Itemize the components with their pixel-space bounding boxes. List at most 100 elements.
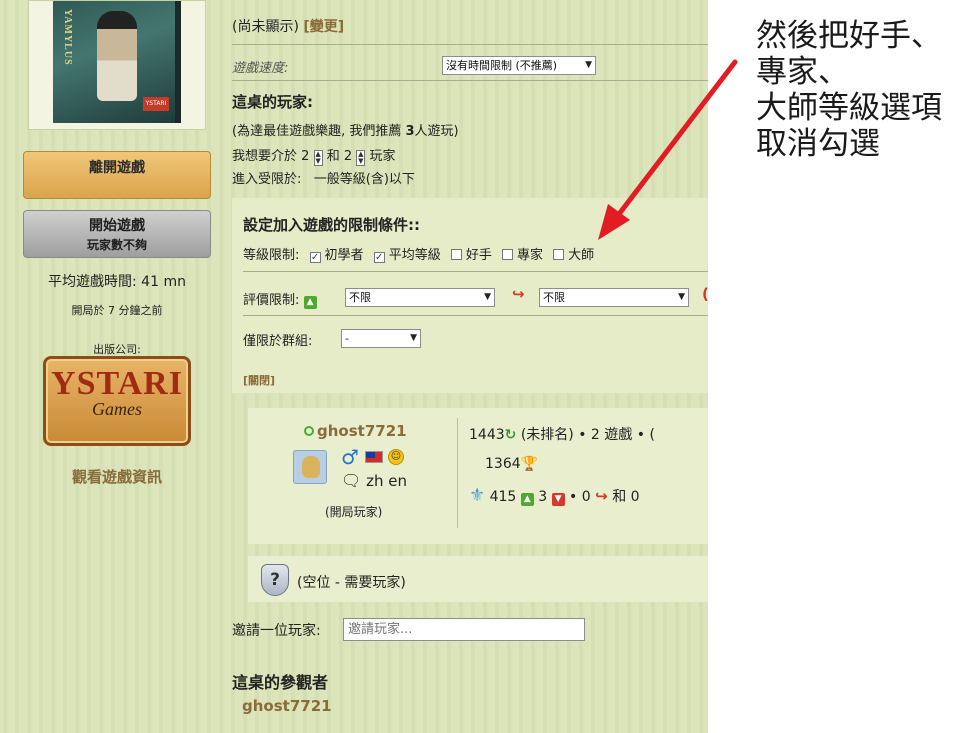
average-game-time: 平均遊戲時間: 41 mn — [48, 274, 186, 290]
level-checkbox-beginner[interactable]: ✓ — [309, 252, 321, 263]
elo-value: 1443 — [469, 427, 505, 443]
close-restrictions-link[interactable]: [關閉] — [243, 372, 275, 388]
chevron-down-icon: ▼ — [484, 292, 491, 302]
change-link[interactable]: [變更] — [303, 19, 344, 35]
partial-icon: ( — [702, 285, 708, 303]
leave-icon: ↪ — [595, 487, 608, 505]
vertical-divider — [457, 418, 458, 528]
invite-player-input[interactable] — [343, 618, 585, 641]
leave-icon: ↪ — [512, 285, 525, 303]
level-checkbox-good[interactable] — [450, 249, 462, 260]
reputation-row: ⚜ 415 ▲ 3 ▼ • 0 ↪ 和 0 — [469, 485, 640, 506]
taiwan-flag-icon — [365, 451, 383, 463]
leave-game-label: 離開遊戲 — [89, 160, 145, 176]
trophy-icon: 🏆 — [520, 456, 539, 472]
group-value: - — [345, 332, 349, 345]
avatar-face — [302, 456, 320, 478]
annotation-line-2: 專家、 — [756, 54, 849, 90]
player-count-range: 我想要介於 2 ▲ ▼ 和 2 ▲ ▼ 玩家 — [232, 145, 395, 166]
level-option-label: 初學者 — [324, 248, 364, 263]
level-restriction-row: 等級限制: ✓ 初學者 ✓ 平均等級 好手 專家 大師 — [243, 244, 594, 263]
box-cover-art: YAMYLUS YSTARI — [53, 1, 181, 123]
rating-select-positive[interactable]: 不限 ▼ — [345, 288, 495, 307]
annotation-line-4: 取消勾選 — [756, 126, 880, 162]
game-speed-select[interactable]: 沒有時間限制 (不推薦) ▼ — [442, 56, 596, 75]
invite-label: 邀請一位玩家: — [232, 623, 321, 639]
chevron-down-icon: ▼ — [410, 333, 417, 343]
avatar[interactable] — [293, 450, 327, 484]
speech-bubble-icon: 🗨 — [341, 471, 362, 490]
leave-game-button[interactable]: 離開遊戲 — [23, 151, 211, 199]
thumbs-down-icon: ▼ — [551, 493, 565, 506]
games-text: • 2 遊戲 • ( — [578, 427, 655, 443]
rating-value-leave: 不限 — [543, 291, 565, 304]
annotation-line-3: 大師等級選項 — [756, 90, 942, 126]
group-select[interactable]: - ▼ — [341, 329, 421, 348]
elo-icon: ↻ — [504, 427, 517, 443]
level-option-label: 好手 — [465, 248, 492, 263]
thumbs-up-count: 415 — [489, 489, 517, 505]
divider — [243, 271, 708, 272]
thumbs-down-count: 3 — [538, 489, 548, 505]
start-game-sublabel: 玩家數不夠 — [86, 238, 147, 252]
level-checkbox-master[interactable] — [553, 249, 565, 260]
recommended-suffix: 人遊玩) — [414, 124, 459, 139]
annotation-line-1: 然後把好手、 — [756, 18, 942, 54]
smile-icon: ☺ — [388, 449, 404, 465]
start-game-button[interactable]: 開始遊戲 玩家數不夠 — [23, 210, 211, 258]
player-elo-row: 1443↻ (未排名) • 2 遊戲 • ( — [469, 424, 655, 444]
restrictions-title: 設定加入遊戲的限制條件:: — [243, 216, 420, 234]
host-label: (開局玩家) — [325, 505, 383, 519]
online-status-icon — [304, 426, 314, 436]
trophy-row: 1364🏆 — [485, 456, 538, 472]
table-players-title: 這桌的玩家: — [232, 93, 313, 111]
min-players-stepper[interactable]: ▲ ▼ — [313, 150, 323, 166]
group-label: 僅限於群組: — [243, 334, 313, 349]
publisher-logo[interactable]: YSTARI Games — [43, 356, 191, 446]
view-game-info-link[interactable]: 觀看遊戲資訊 — [23, 466, 211, 487]
publisher-brand: YSTARI — [51, 365, 183, 402]
rating-label: 評價限制: — [243, 293, 300, 308]
player-name: ghost7721 — [317, 422, 407, 440]
divider — [243, 315, 708, 316]
max-players-value: 2 — [343, 149, 353, 164]
flag-canton — [366, 452, 375, 458]
game-speed-label: 遊戲速度: — [232, 61, 289, 76]
level-label: 等級限制: — [243, 248, 300, 263]
and-text: 和 0 — [612, 489, 640, 505]
box-figure — [97, 11, 137, 101]
spectators-title: 這桌的參觀者 — [232, 673, 329, 692]
not-shown-text: (尚未顯示) — [232, 19, 299, 35]
divider — [232, 44, 708, 45]
access-restriction-text: 進入受限於: 一般等級(含)以下 — [232, 172, 415, 187]
recommended-prefix: (為達最佳遊戲樂趣, 我們推薦 — [232, 124, 402, 139]
range-text-3: 玩家 — [369, 149, 396, 164]
started-ago: 開局於 7 分鐘之前 — [71, 304, 163, 317]
start-game-label: 開始遊戲 — [89, 218, 145, 234]
recommended-players: (為達最佳遊戲樂趣, 我們推薦 3人遊玩) — [232, 120, 459, 139]
max-players-stepper[interactable]: ▲ ▼ — [356, 150, 366, 166]
level-option-label: 專家 — [517, 248, 544, 263]
box-publisher-tag: YSTARI — [143, 97, 169, 111]
table-name-row: (尚未顯示) [變更] — [232, 16, 344, 36]
empty-seat-text: (空位 - 需要玩家) — [297, 575, 406, 591]
level-checkbox-average[interactable]: ✓ — [373, 252, 385, 263]
male-icon: ♂ — [341, 445, 359, 469]
min-players-value: 2 — [301, 149, 310, 164]
chevron-down-icon: ▼ — [585, 60, 592, 70]
level-checkbox-expert[interactable] — [502, 249, 513, 260]
thumbs-up-icon: ▲ — [303, 296, 317, 309]
languages: 🗨 zh en — [341, 471, 407, 490]
game-speed-value: 沒有時間限制 (不推薦) — [446, 59, 558, 72]
level-option-label: 平均等級 — [388, 248, 441, 263]
rating-select-leave[interactable]: 不限 ▼ — [539, 288, 689, 307]
level-option-label: 大師 — [568, 248, 595, 263]
range-text-2: 和 — [326, 149, 340, 164]
chevron-down-icon: ▼ — [678, 292, 685, 302]
question-shield-icon: ? — [261, 564, 289, 596]
instruction-annotation: 然後把好手、 專家、 大師等級選項 取消勾選 — [756, 18, 968, 162]
box-side-title: YAMYLUS — [62, 9, 73, 66]
spectator-name-link[interactable]: ghost7721 — [242, 697, 332, 715]
player-name-row[interactable]: ghost7721 — [304, 422, 407, 440]
rank-text: (未排名) — [520, 427, 574, 443]
